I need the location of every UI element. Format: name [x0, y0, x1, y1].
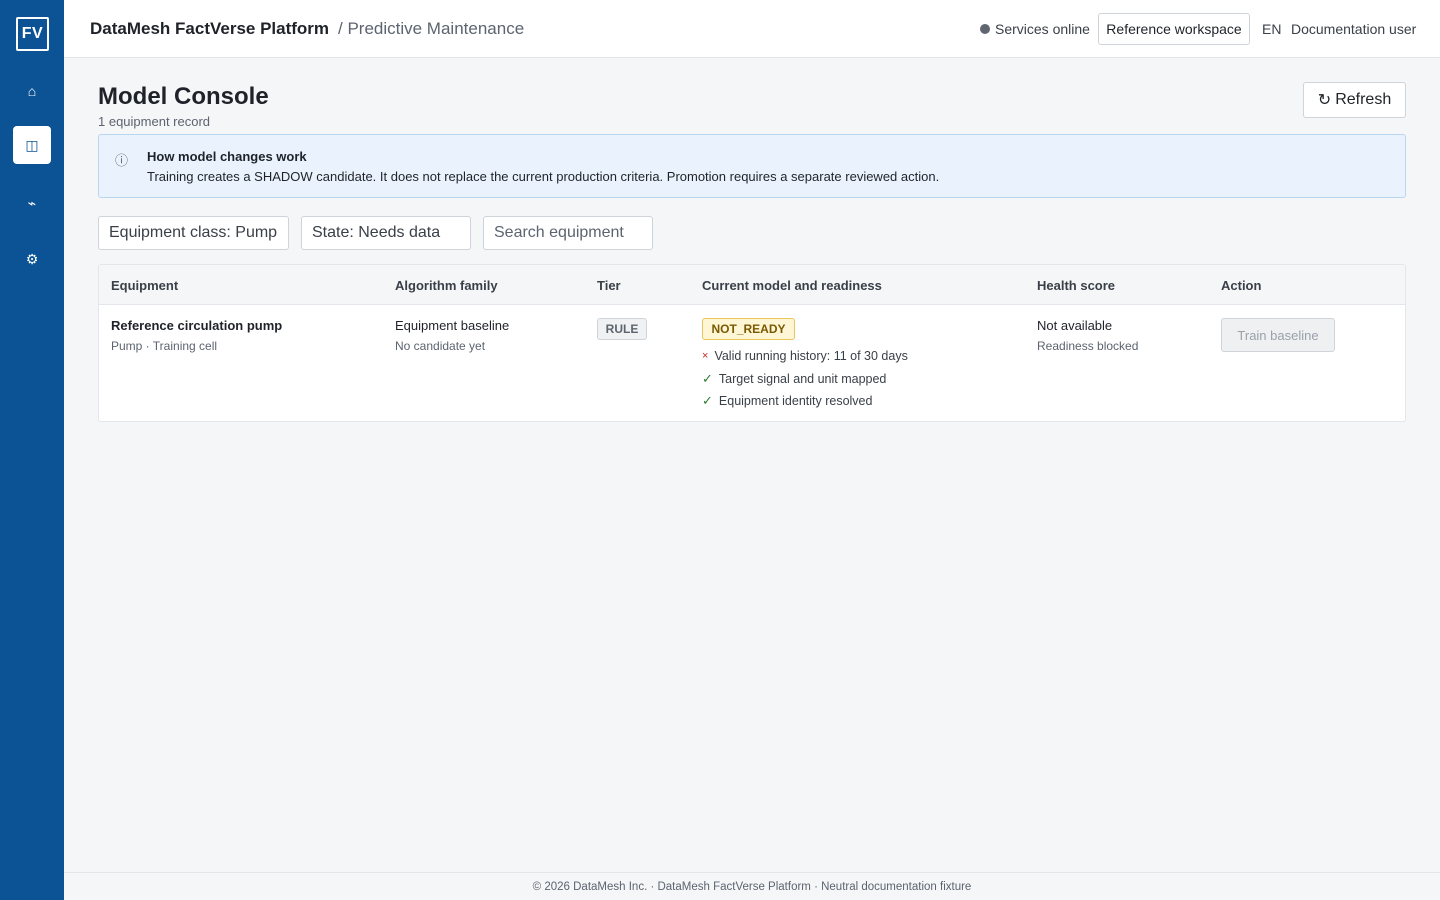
- models-icon[interactable]: ◫: [13, 126, 51, 164]
- check-text: Valid running history: 11 of 30 days: [714, 349, 908, 363]
- col-algorithm: Algorithm family: [395, 278, 498, 293]
- tier-badge: RULE: [597, 318, 647, 340]
- record-count: 1 equipment record: [98, 114, 211, 129]
- settings-icon[interactable]: ⚙: [13, 240, 51, 278]
- check-text: Target signal and unit mapped: [718, 372, 887, 386]
- checkmark-icon: ✓: [702, 393, 713, 408]
- col-equipment: Equipment: [111, 278, 179, 293]
- equipment-name[interactable]: Reference circulation pump: [111, 318, 282, 333]
- col-readiness: Current model and readiness: [702, 278, 882, 293]
- sidebar: FV ⌂ ◫ ⌁ ⚙: [0, 0, 64, 900]
- platform-title[interactable]: DataMesh FactVerse Platform: [90, 19, 329, 39]
- home-icon[interactable]: ⌂: [13, 72, 51, 110]
- user-menu[interactable]: Documentation user: [1291, 21, 1416, 37]
- readiness-check-history: × Valid running history: 11 of 30 days: [702, 349, 908, 363]
- app-logo[interactable]: FV: [16, 17, 49, 51]
- info-text: Training creates a SHADOW candidate. It …: [147, 169, 940, 184]
- col-action: Action: [1221, 278, 1262, 293]
- refresh-button[interactable]: ↻ Refresh: [1303, 82, 1406, 118]
- readiness-check-signal: ✓ Target signal and unit mapped: [702, 371, 886, 387]
- info-icon: ⓘ: [115, 153, 129, 168]
- refresh-label: Refresh: [1335, 91, 1392, 108]
- table-header: Equipment Algorithm family Tier Current …: [99, 265, 1405, 305]
- signals-icon[interactable]: ⌁: [13, 184, 51, 222]
- check-text: Equipment identity resolved: [718, 394, 873, 408]
- equipment-meta: Pump · Training cell: [111, 339, 218, 353]
- status-text: Services online: [995, 21, 1090, 37]
- cross-icon: ×: [702, 350, 709, 362]
- health-note: Readiness blocked: [1037, 339, 1139, 353]
- info-title: How model changes work: [147, 149, 307, 164]
- state-filter[interactable]: State: Needs data: [301, 216, 471, 250]
- workspace-button[interactable]: Reference workspace: [1098, 13, 1250, 45]
- info-banner: ⓘ How model changes work Training create…: [98, 134, 1406, 198]
- refresh-icon: ↻: [1317, 92, 1332, 109]
- equipment-table: Equipment Algorithm family Tier Current …: [98, 264, 1406, 422]
- algorithm-note: No candidate yet: [395, 339, 486, 353]
- page-title: Model Console: [98, 83, 269, 110]
- status-dot-icon: [980, 24, 990, 34]
- health-score: Not available: [1037, 318, 1113, 333]
- service-status: Services online: [980, 21, 1090, 37]
- language-selector[interactable]: EN: [1262, 21, 1281, 37]
- readiness-check-identity: ✓ Equipment identity resolved: [702, 393, 872, 409]
- equipment-class-filter[interactable]: Equipment class: Pump: [98, 216, 289, 250]
- checkmark-icon: ✓: [702, 371, 713, 386]
- search-input[interactable]: [483, 216, 653, 250]
- train-baseline-button[interactable]: Train baseline: [1221, 318, 1335, 352]
- footer: © 2026 DataMesh Inc. · DataMesh FactVers…: [64, 872, 1440, 900]
- top-bar: DataMesh FactVerse Platform / Predictive…: [64, 0, 1440, 58]
- col-health: Health score: [1037, 278, 1116, 293]
- breadcrumb: / Predictive Maintenance: [338, 19, 525, 38]
- status-badge: NOT_READY: [702, 318, 795, 340]
- col-tier: Tier: [597, 278, 621, 293]
- algorithm-family: Equipment baseline: [395, 318, 510, 333]
